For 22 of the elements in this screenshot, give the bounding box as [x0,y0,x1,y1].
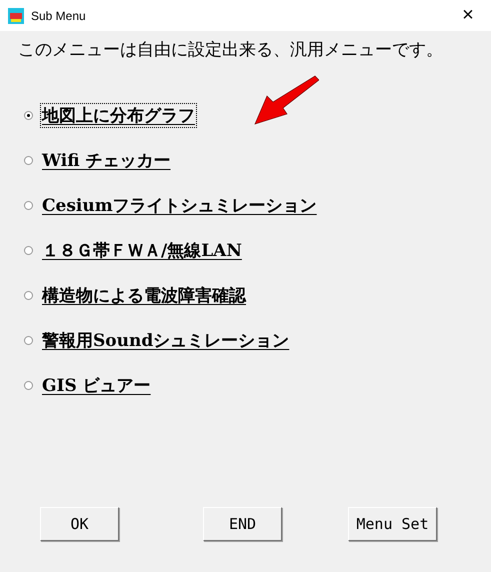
radio-option[interactable]: 構造物による電波障害確認 [24,283,491,307]
window-title: Sub Menu [31,8,87,22]
radio-button[interactable] [24,336,33,344]
radio-button[interactable] [24,156,33,164]
dialog-button[interactable]: OK [40,507,119,541]
radio-option[interactable]: Wifi チェッカー [24,148,491,172]
radio-button[interactable] [24,110,33,120]
radio-option[interactable]: GIS ビュアー [24,373,491,397]
radio-button[interactable] [24,200,33,210]
dialog-button[interactable]: Menu Set [348,507,437,541]
radio-button[interactable] [24,246,33,254]
app-icon [8,8,24,24]
close-button[interactable]: × [445,0,491,31]
dialog-button[interactable]: END [203,507,282,541]
intro-text: このメニューは自由に設定出来る、汎用メニューです。 [18,39,444,61]
radio-option[interactable]: 地図上に分布グラフ [24,103,491,127]
radio-option[interactable]: 警報用Soundシュミレーション [24,328,491,352]
radio-option[interactable]: １８Ｇ帯ＦＷＡ/無線LAN [24,238,491,262]
radio-button[interactable] [24,380,33,390]
radio-option[interactable]: Cesiumフライトシュミレーション [24,193,491,217]
arrow-icon [253,74,319,126]
radio-button[interactable] [24,290,33,300]
